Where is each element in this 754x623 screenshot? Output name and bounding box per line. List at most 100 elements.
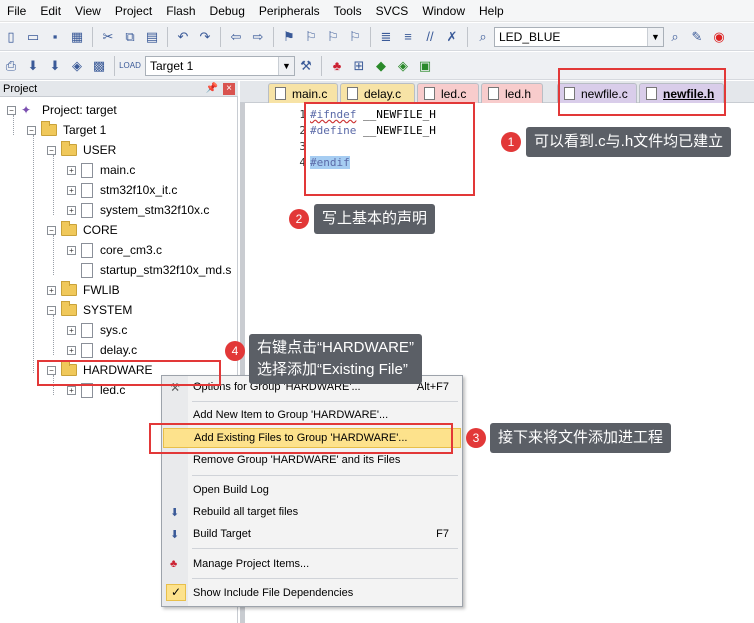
undo-icon[interactable]: ↶ [174, 28, 192, 46]
menu-item-open-build-log[interactable]: Open Build Log [163, 480, 461, 500]
expand-icon[interactable]: + [67, 345, 76, 355]
batch-build-icon[interactable]: ◈ [68, 57, 86, 75]
tree-file-main-c[interactable]: + main.c [67, 161, 135, 179]
indent-icon[interactable]: ≣ [377, 28, 395, 46]
collapse-icon[interactable]: − [27, 125, 36, 135]
file-icon [81, 342, 93, 358]
comment-icon[interactable]: // [421, 28, 439, 46]
toolbar-separator [370, 26, 371, 47]
download-load-icon[interactable]: LOAD [119, 57, 141, 75]
close-icon[interactable]: × [223, 83, 235, 95]
menu-bar: File Edit View Project Flash Debug Perip… [0, 0, 754, 22]
bookmark-prev-icon[interactable]: ⚐ [302, 28, 320, 46]
tab-led-h[interactable]: led.h [481, 83, 543, 103]
tree-label: system_stm32f10x.c [100, 203, 210, 217]
nav-forward-icon[interactable]: ⇨ [249, 28, 267, 46]
save-all-icon[interactable]: ▦ [68, 28, 86, 46]
bookmark-next-icon[interactable]: ⚐ [324, 28, 342, 46]
tree-file-stm32f10x-it-c[interactable]: + stm32f10x_it.c [67, 181, 177, 199]
find-combo[interactable]: LED_BLUE ▼ [494, 26, 664, 47]
rebuild-icon[interactable]: ⬇ [46, 57, 64, 75]
toolbar-separator [167, 26, 168, 47]
tab-led-c[interactable]: led.c [417, 83, 479, 103]
menu-separator [192, 578, 458, 579]
tree-label: FWLIB [83, 283, 120, 297]
target-options-icon[interactable]: ⚒ [297, 57, 315, 75]
menu-item-rebuild-all[interactable]: ⬇ Rebuild all target files [163, 502, 461, 522]
tree-label: USER [83, 143, 117, 157]
paste-icon[interactable]: ▤ [143, 28, 161, 46]
menu-project[interactable]: Project [108, 0, 159, 22]
find-in-files-icon[interactable]: ⌕ [474, 28, 492, 46]
menu-item-build-target[interactable]: ⬇ Build Target F7 [163, 524, 461, 544]
chevron-down-icon[interactable]: ▼ [647, 27, 663, 46]
tree-group-core[interactable]: − CORE [47, 221, 118, 239]
menu-item-add-new-item[interactable]: Add New Item to Group 'HARDWARE'... [163, 405, 461, 425]
pack-installer-icon[interactable]: ◈ [394, 57, 412, 75]
bookmark-clear-icon[interactable]: ⚐ [346, 28, 364, 46]
manage-components-icon[interactable]: ♣ [328, 57, 346, 75]
redo-icon[interactable]: ↷ [196, 28, 214, 46]
uncomment-icon[interactable]: ✗ [443, 28, 461, 46]
menu-debug[interactable]: Debug [203, 0, 252, 22]
menu-svcs[interactable]: SVCS [369, 0, 416, 22]
menu-peripherals[interactable]: Peripherals [252, 0, 327, 22]
tree-project-root[interactable]: − ✦ Project: target [7, 101, 117, 119]
open-folder-icon[interactable]: ▭ [24, 28, 42, 46]
expand-icon[interactable]: + [67, 205, 76, 215]
target-folder-icon [41, 121, 57, 136]
cut-icon[interactable]: ✂ [99, 28, 117, 46]
expand-icon[interactable]: + [47, 285, 56, 295]
tree-label: main.c [100, 163, 136, 177]
tree-file-delay-c[interactable]: + delay.c [67, 341, 137, 359]
tree-label: Target 1 [63, 123, 107, 137]
collapse-icon[interactable]: − [47, 145, 56, 155]
tree-group-user[interactable]: − USER [47, 141, 116, 159]
menu-file[interactable]: File [0, 0, 33, 22]
select-software-packs-icon[interactable]: ◆ [372, 57, 390, 75]
save-icon[interactable]: ▪ [46, 28, 64, 46]
chevron-down-icon[interactable]: ▼ [278, 56, 294, 75]
collapse-icon[interactable]: − [7, 105, 16, 115]
menu-view[interactable]: View [68, 0, 108, 22]
tree-group-system[interactable]: − SYSTEM [47, 301, 132, 319]
expand-icon[interactable]: + [67, 165, 76, 175]
menu-flash[interactable]: Flash [159, 0, 202, 22]
bookmark-icon[interactable]: ⚑ [280, 28, 298, 46]
target-combo[interactable]: Target 1 ▼ [145, 55, 295, 76]
run-time-environment-icon[interactable]: ▣ [416, 57, 434, 75]
translate-icon[interactable]: ⎙ [2, 57, 20, 75]
pin-icon[interactable]: 📌 [206, 81, 218, 97]
menu-help[interactable]: Help [472, 0, 511, 22]
menu-tools[interactable]: Tools [327, 0, 369, 22]
file-extensions-icon[interactable]: ⊞ [350, 57, 368, 75]
tree-group-fwlib[interactable]: + FWLIB [47, 281, 120, 299]
expand-icon[interactable]: + [67, 185, 76, 195]
tree-file-system-stm32f10x-c[interactable]: + system_stm32f10x.c [67, 201, 209, 219]
tree-file-sys-c[interactable]: + sys.c [67, 321, 127, 339]
stop-build-icon[interactable]: ▩ [90, 57, 108, 75]
tree-target[interactable]: − Target 1 [27, 121, 106, 139]
tab-main-c[interactable]: main.c [268, 83, 338, 103]
tab-delay-c[interactable]: delay.c [340, 83, 415, 103]
expand-icon[interactable]: + [67, 245, 76, 255]
menu-window[interactable]: Window [415, 0, 472, 22]
collapse-icon[interactable]: − [47, 305, 56, 315]
expand-icon[interactable]: + [67, 325, 76, 335]
menu-item-show-include-deps[interactable]: ✓ Show Include File Dependencies [163, 583, 461, 603]
tree-file-startup[interactable]: startup_stm32f10x_md.s [81, 261, 231, 279]
find-icon[interactable]: ⌕ [666, 28, 684, 46]
new-file-icon[interactable]: ▯ [2, 28, 20, 46]
unindent-icon[interactable]: ≡ [399, 28, 417, 46]
build-icon[interactable]: ⬇ [24, 57, 42, 75]
menu-item-label: Rebuild all target files [193, 506, 299, 518]
expand-icon[interactable]: + [67, 385, 76, 395]
debug-session-icon[interactable]: ◉ [710, 28, 728, 46]
menu-edit[interactable]: Edit [33, 0, 68, 22]
incremental-find-icon[interactable]: ✎ [688, 28, 706, 46]
collapse-icon[interactable]: − [47, 225, 56, 235]
nav-back-icon[interactable]: ⇦ [227, 28, 245, 46]
menu-item-manage-project-items[interactable]: ♣ Manage Project Items... [163, 554, 461, 574]
tree-file-core-cm3-c[interactable]: + core_cm3.c [67, 241, 162, 259]
copy-icon[interactable]: ⧉ [121, 28, 139, 46]
